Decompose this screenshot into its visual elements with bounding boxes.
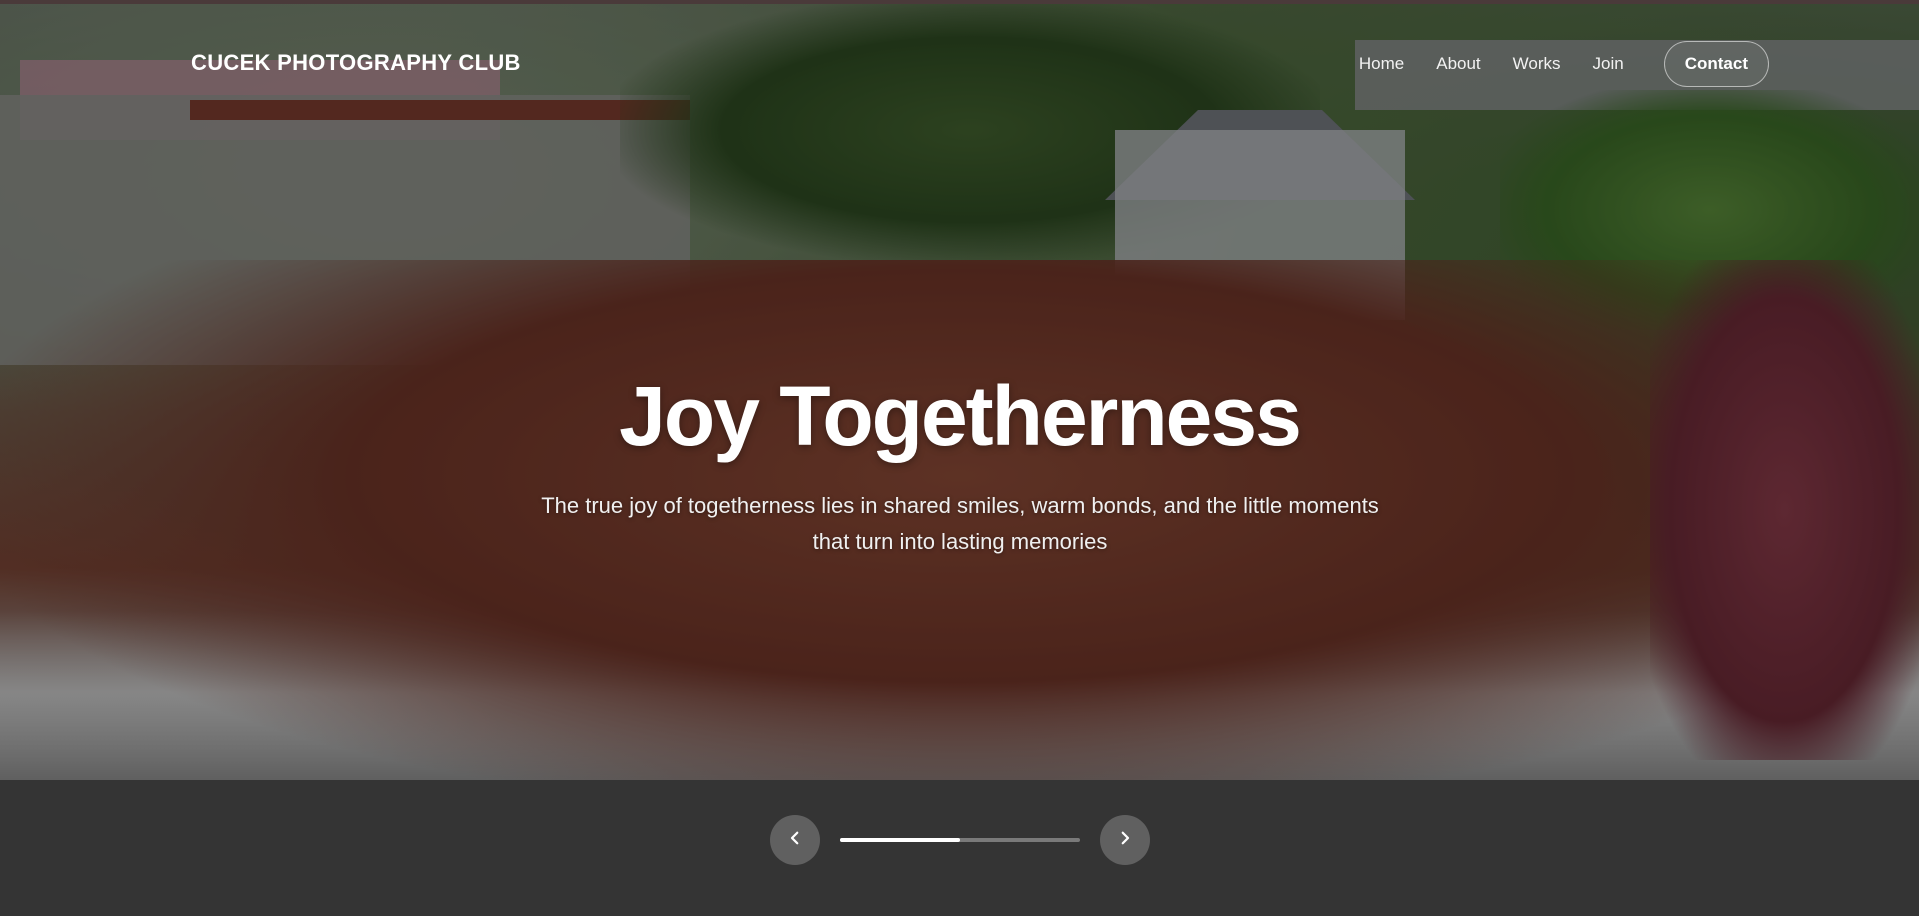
chevron-right-icon — [1116, 829, 1134, 852]
chevron-left-icon — [786, 829, 804, 852]
nav-join-link[interactable]: Join — [1593, 54, 1624, 74]
site-title[interactable]: CUCEK PHOTOGRAPHY CLUB — [191, 50, 521, 76]
slider-progress-fill — [840, 838, 960, 842]
main-nav: Home About Works Join Contact — [1359, 41, 1769, 87]
slider-next-button[interactable] — [1100, 815, 1150, 865]
nav-works-link[interactable]: Works — [1513, 54, 1561, 74]
hero-headline: Joy Togetherness — [619, 369, 1302, 463]
slider-progress-track[interactable] — [840, 838, 1080, 842]
top-edge-bar — [0, 0, 1919, 4]
hero-section: CUCEK PHOTOGRAPHY CLUB Home About Works … — [0, 0, 1919, 916]
hero-subtext: The true joy of togetherness lies in sha… — [541, 493, 1379, 554]
nav-home-link[interactable]: Home — [1359, 54, 1404, 74]
nav-about-link[interactable]: About — [1436, 54, 1480, 74]
slider-prev-button[interactable] — [770, 815, 820, 865]
contact-button[interactable]: Contact — [1663, 41, 1769, 87]
